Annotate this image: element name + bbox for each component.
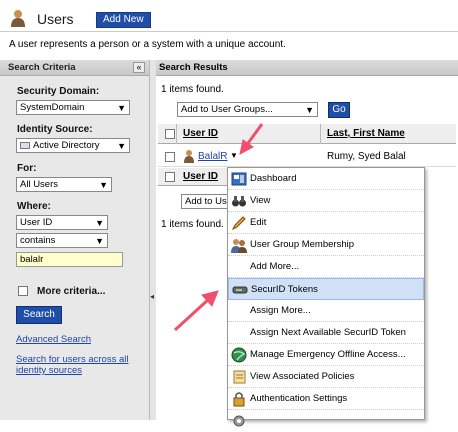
- arrow-to-row-menu: [239, 123, 264, 155]
- arrow-to-securid-tokens: [173, 290, 219, 332]
- annotation-arrows: [173, 123, 264, 332]
